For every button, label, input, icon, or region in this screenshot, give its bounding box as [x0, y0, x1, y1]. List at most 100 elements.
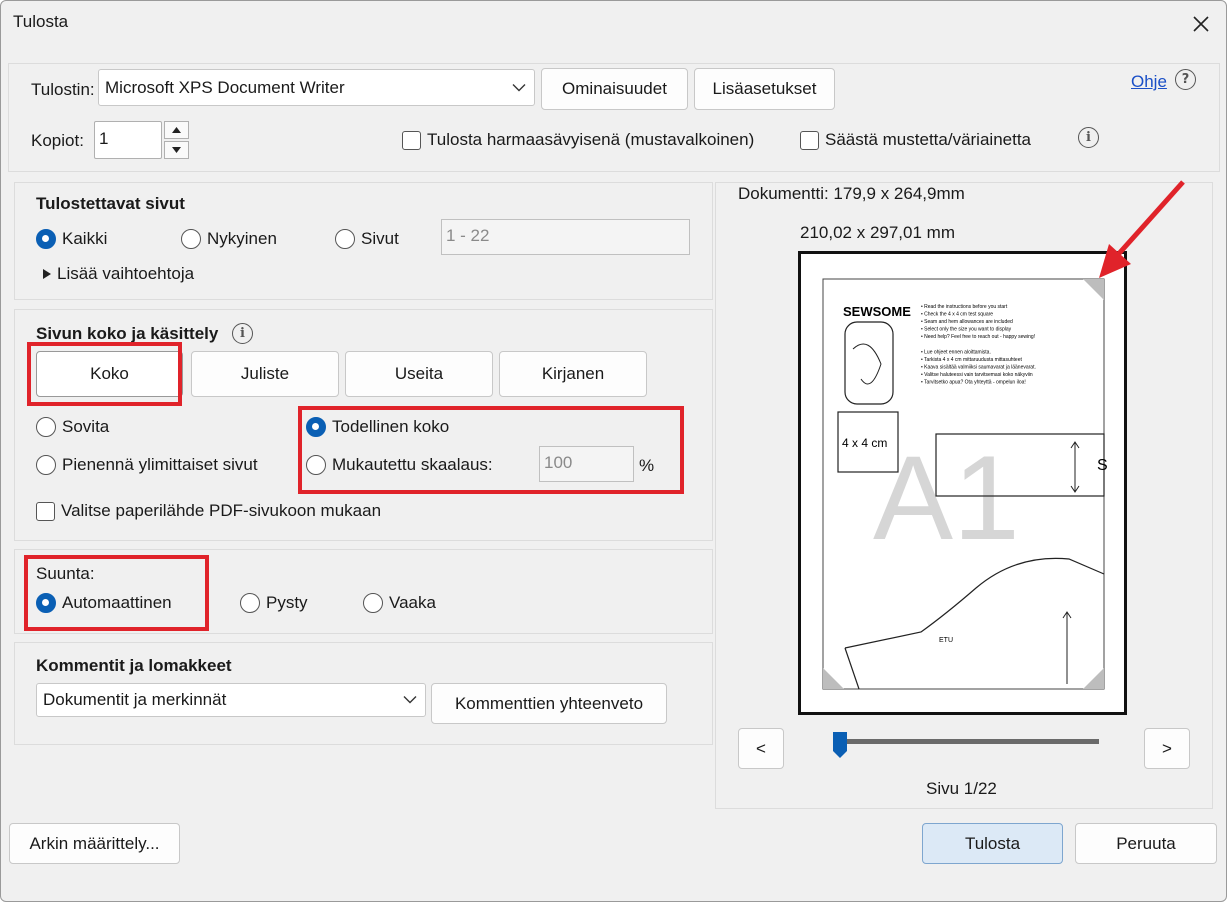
checkbox-box: [36, 501, 55, 521]
comments-selected: Dokumentit ja merkinnät: [43, 690, 227, 709]
triangle-down-icon: [172, 147, 181, 153]
radio-indicator: [36, 229, 56, 249]
triangle-up-icon: [172, 127, 181, 133]
preview-bullet: • Read the instructions before you start: [921, 304, 1008, 310]
tab-multiple[interactable]: Useita: [345, 351, 493, 397]
close-icon: [1193, 16, 1209, 32]
radio-indicator: [36, 417, 56, 437]
radio-all-label: Kaikki: [62, 229, 108, 248]
printer-label: Tulostin:: [31, 80, 95, 99]
next-page-button[interactable]: >: [1144, 728, 1190, 769]
info-icon[interactable]: i: [1078, 127, 1099, 148]
paper-size: 210,02 x 297,01 mm: [800, 223, 955, 242]
preview-bullet: • Valitse haluteessi vain tarvitsemasi k…: [921, 372, 1033, 378]
checkbox-box: [800, 130, 819, 150]
comments-heading: Kommentit ja lomakkeet: [36, 656, 232, 675]
properties-button[interactable]: Ominaisuudet: [541, 68, 688, 110]
dialog-title: Tulosta: [13, 12, 69, 31]
tab-poster[interactable]: Juliste: [191, 351, 339, 397]
page-thumbnail: SEWSOME • Read the instructions before y…: [822, 278, 1108, 690]
radio-auto-label: Automaattinen: [62, 593, 172, 612]
slider-thumb[interactable]: [832, 731, 848, 759]
chevron-down-icon: [403, 696, 417, 704]
copies-stepper[interactable]: [164, 121, 189, 159]
help-icon[interactable]: ?: [1175, 69, 1196, 90]
percent-label: %: [639, 456, 655, 475]
radio-indicator: [335, 229, 355, 249]
radio-fit-label: Sovita: [62, 417, 110, 436]
advanced-button[interactable]: Lisäasetukset: [694, 68, 835, 110]
preview-bullet: • Need help? Feel free to reach out - ha…: [921, 334, 1035, 340]
radio-current-label: Nykyinen: [207, 229, 277, 248]
prev-page-button[interactable]: <: [738, 728, 784, 769]
comments-select[interactable]: Dokumentit ja merkinnät: [36, 683, 426, 717]
preview-bullet: • Check the 4 x 4 cm test square: [921, 312, 993, 318]
page-setup-button[interactable]: Arkin määrittely...: [9, 823, 180, 864]
help-link[interactable]: Ohje: [1131, 72, 1167, 92]
more-options-label: Lisää vaihtoehtoja: [57, 264, 195, 283]
save-ink-checkbox[interactable]: Säästä mustetta/väriainetta: [800, 130, 1031, 150]
preview-bullet: • Select only the size you want to displ…: [921, 327, 1012, 333]
stepper-up-button[interactable]: [164, 121, 189, 139]
more-options-toggle[interactable]: Lisää vaihtoehtoja: [43, 264, 194, 284]
preview-bullet: • Tarvitsetko apua? Ota yhteyttä - ompel…: [921, 380, 1026, 386]
radio-current-page[interactable]: Nykyinen: [181, 229, 277, 249]
orientation-label: Suunta:: [36, 564, 95, 583]
prev-label: <: [756, 738, 766, 758]
stepper-down-button[interactable]: [164, 141, 189, 159]
radio-page-range[interactable]: Sivut: [335, 229, 399, 249]
radio-fit[interactable]: Sovita: [36, 417, 109, 437]
radio-indicator: [240, 593, 260, 613]
pages-heading: Tulostettavat sivut: [36, 194, 185, 213]
radio-indicator: [36, 455, 56, 475]
paper-source-label: Valitse paperilähde PDF-sivukoon mukaan: [61, 501, 382, 520]
radio-actual-size[interactable]: Todellinen koko: [306, 417, 449, 437]
title-bar: Tulosta: [1, 1, 1226, 47]
grayscale-checkbox[interactable]: Tulosta harmaasävyisenä (mustavalkoinen): [402, 130, 754, 150]
save-ink-label: Säästä mustetta/väriainetta: [825, 130, 1032, 149]
radio-shrink[interactable]: Pienennä ylimittaiset sivut: [36, 455, 258, 475]
printer-select[interactable]: Microsoft XPS Document Writer: [98, 69, 535, 106]
print-button[interactable]: Tulosta: [922, 823, 1063, 864]
cancel-button[interactable]: Peruuta: [1075, 823, 1217, 864]
radio-indicator: [306, 417, 326, 437]
close-button[interactable]: [1184, 7, 1218, 41]
triangle-right-icon: [43, 269, 51, 279]
tab-booklet[interactable]: Kirjanen: [499, 351, 647, 397]
radio-all-pages[interactable]: Kaikki: [36, 229, 107, 249]
radio-range-label: Sivut: [361, 229, 399, 248]
custom-scale-input[interactable]: 100: [539, 446, 634, 482]
radio-landscape-label: Vaaka: [389, 593, 436, 612]
copies-input[interactable]: 1: [94, 121, 162, 159]
radio-indicator: [36, 593, 56, 613]
print-dialog: Tulosta Tulostin: Microsoft XPS Document…: [0, 0, 1227, 902]
radio-custom-scale[interactable]: Mukautettu skaalaus:: [306, 455, 493, 475]
annotation-arrow-icon: [1099, 180, 1185, 278]
radio-portrait[interactable]: Pysty: [240, 593, 308, 613]
tab-size[interactable]: Koko: [36, 351, 183, 397]
radio-landscape[interactable]: Vaaka: [363, 593, 436, 613]
orientation-panel: [14, 549, 713, 634]
document-size: Dokumentti: 179,9 x 264,9mm: [738, 184, 965, 203]
paper-source-checkbox[interactable]: Valitse paperilähde PDF-sivukoon mukaan: [36, 501, 381, 521]
page-preview: SEWSOME • Read the instructions before y…: [798, 251, 1127, 715]
radio-auto-orientation[interactable]: Automaattinen: [36, 593, 172, 613]
preview-brand: SEWSOME: [843, 304, 911, 319]
page-range-input[interactable]: 1 - 22: [441, 219, 690, 255]
preview-size-mark: S: [1097, 457, 1108, 474]
preview-watermark: A1: [873, 431, 1020, 565]
preview-bullet: • Kaava sisältää valmiiksi saumavarat ja…: [921, 365, 1036, 371]
radio-indicator: [181, 229, 201, 249]
copies-label: Kopiot:: [31, 131, 84, 150]
radio-indicator: [363, 593, 383, 613]
radio-actual-label: Todellinen koko: [332, 417, 450, 436]
info-icon[interactable]: i: [232, 323, 253, 344]
radio-shrink-label: Pienennä ylimittaiset sivut: [62, 455, 258, 474]
preview-bullet: • Lue ohjeet ennen aloittamista.: [921, 350, 991, 356]
radio-custom-label: Mukautettu skaalaus:: [332, 455, 493, 474]
slider-track: [838, 739, 1099, 744]
comments-summary-button[interactable]: Kommenttien yhteenveto: [431, 683, 667, 724]
radio-indicator: [306, 455, 326, 475]
page-slider[interactable]: [832, 731, 1099, 759]
grayscale-label: Tulosta harmaasävyisenä (mustavalkoinen): [427, 130, 755, 149]
